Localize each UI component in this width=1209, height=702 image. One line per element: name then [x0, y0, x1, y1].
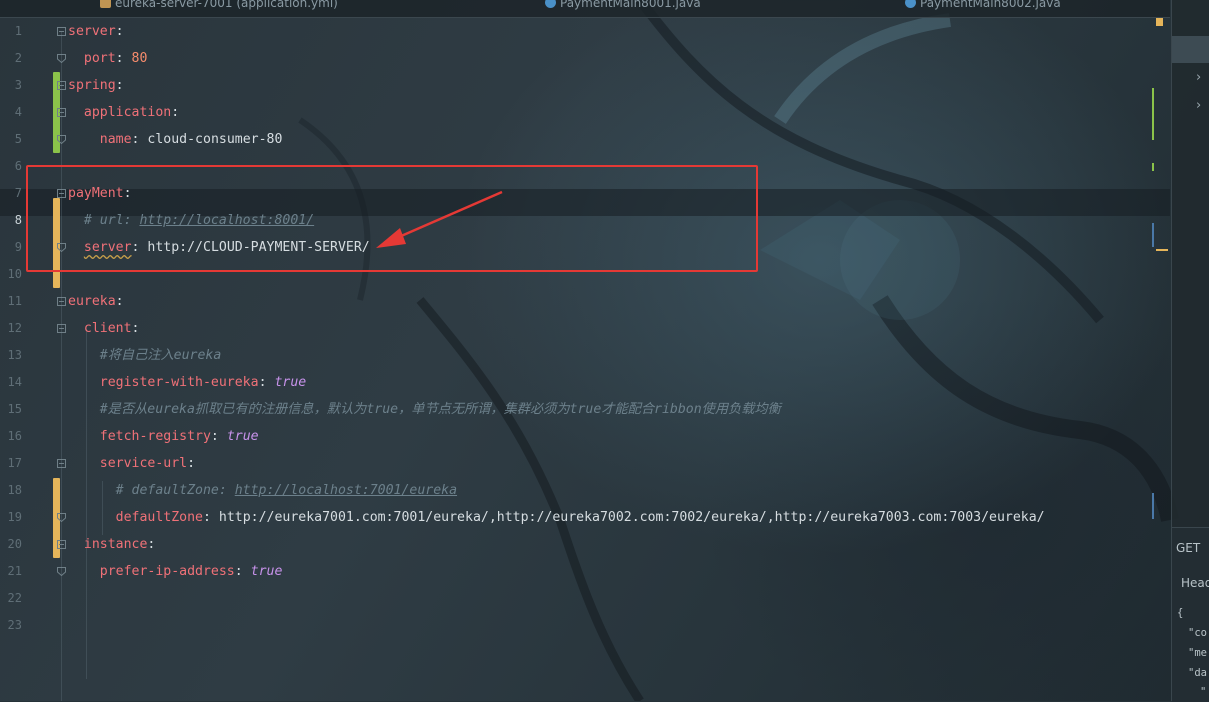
- code-line-4[interactable]: application:: [68, 99, 179, 126]
- yaml-key: port: [83, 51, 116, 66]
- java-class-icon: [905, 0, 916, 8]
- yaml-key: eureka: [68, 294, 116, 309]
- yaml-comment: #将自己注入eureka: [99, 348, 222, 363]
- json-line: "me: [1188, 647, 1207, 659]
- yaml-key: instance: [83, 537, 148, 552]
- editor-tab-paymentmain8001[interactable]: PaymentMain8001.java: [545, 0, 701, 11]
- code-line-18[interactable]: # defaultZone: http://localhost:7001/eur…: [68, 477, 457, 504]
- code-line-17[interactable]: service-url:: [68, 450, 195, 477]
- tab-label: eureka-server-7001 (application.yml): [115, 0, 338, 10]
- yaml-key: prefer-ip-address: [99, 564, 235, 579]
- vcs-added-stripe: [1152, 88, 1154, 140]
- line-number: 21: [7, 564, 22, 578]
- http-client-response-panel: GET Head { "co "me "da ": [1172, 527, 1209, 702]
- line-number: 13: [7, 348, 22, 362]
- indent-guide: [61, 32, 62, 701]
- code-line-1[interactable]: server:: [68, 18, 124, 45]
- line-number: 20: [7, 537, 22, 551]
- annotation-arrow: [376, 190, 503, 248]
- code-line-21[interactable]: prefer-ip-address: true: [68, 558, 283, 585]
- line-number: 22: [7, 591, 22, 605]
- code-line-12[interactable]: client:: [68, 315, 140, 342]
- line-number: 19: [7, 510, 22, 524]
- chevron-right-icon[interactable]: ›: [1196, 70, 1201, 85]
- code-line-3[interactable]: spring:: [68, 72, 124, 99]
- vcs-modified-stripe: [1152, 493, 1154, 519]
- yaml-file-icon: [100, 0, 111, 8]
- selected-tree-row[interactable]: [1172, 36, 1209, 63]
- java-class-icon: [545, 0, 556, 8]
- line-number: 16: [7, 429, 22, 443]
- line-number: 7: [14, 186, 22, 200]
- vcs-modified-stripe: [1152, 223, 1154, 247]
- code-line-11[interactable]: eureka:: [68, 288, 124, 315]
- line-number: 11: [7, 294, 22, 308]
- code-line-5[interactable]: name: cloud-consumer-80: [68, 126, 283, 153]
- line-number: 12: [7, 321, 22, 335]
- yaml-key: fetch-registry: [99, 429, 211, 444]
- code-line-19[interactable]: defaultZone: http://eureka7001.com:7001/…: [68, 504, 1045, 531]
- yaml-comment: #是否从eureka抓取已有的注册信息，默认为true，单节点无所谓，集群必须为…: [99, 402, 781, 417]
- line-number: 4: [14, 105, 22, 119]
- json-line: {: [1177, 607, 1184, 619]
- vcs-added-stripe: [1152, 163, 1154, 171]
- warning-marker[interactable]: [1156, 18, 1163, 26]
- line-number: 5: [14, 132, 22, 146]
- line-number: 6: [14, 159, 22, 173]
- yaml-value: 80: [131, 51, 148, 66]
- json-line: "co: [1188, 627, 1207, 639]
- yaml-comment: # defaultZone:: [115, 483, 235, 498]
- line-number: 10: [7, 267, 22, 281]
- json-line: "da: [1188, 667, 1207, 679]
- warning-stripe[interactable]: [1156, 249, 1168, 251]
- comment-link[interactable]: http://localhost:7001/eureka: [235, 483, 457, 498]
- yaml-boolean: true: [274, 375, 307, 390]
- yaml-key: application: [83, 105, 172, 120]
- yaml-key: service-url: [99, 456, 188, 471]
- line-number: 17: [7, 456, 22, 470]
- yaml-value: http://eureka7001.com:7001/eureka/,http:…: [218, 510, 1045, 525]
- yaml-boolean: true: [226, 429, 259, 444]
- editor-tab-paymentmain8002[interactable]: PaymentMain8002.java: [905, 0, 1061, 11]
- chevron-right-icon[interactable]: ›: [1196, 98, 1201, 113]
- editor-gutter[interactable]: 1 2 3 4 5 6 7 8 9 10 11 12 13 14 15 16 1…: [0, 18, 66, 701]
- yaml-key: name: [99, 132, 132, 147]
- editor-scrollbar-markers[interactable]: [1150, 18, 1170, 701]
- editor-tab-strip: eureka-server-7001 (application.yml) Pay…: [0, 0, 1170, 18]
- code-line-15[interactable]: #是否从eureka抓取已有的注册信息，默认为true，单节点无所谓，集群必须为…: [68, 396, 781, 423]
- editor-tab-application-yml[interactable]: eureka-server-7001 (application.yml): [100, 0, 338, 11]
- line-number: 23: [7, 618, 22, 632]
- line-number: 15: [7, 402, 22, 416]
- tab-label: PaymentMain8001.java: [560, 0, 701, 10]
- code-line-20[interactable]: instance:: [68, 531, 155, 558]
- yaml-key: register-with-eureka: [99, 375, 259, 390]
- line-number: 2: [14, 51, 22, 65]
- http-method-label[interactable]: GET: [1176, 541, 1200, 555]
- yaml-value: cloud-consumer-80: [147, 132, 283, 147]
- code-line-2[interactable]: port: 80: [68, 45, 148, 72]
- line-number: 18: [7, 483, 22, 497]
- code-line-16[interactable]: fetch-registry: true: [68, 423, 259, 450]
- line-number-current: 8: [14, 213, 22, 227]
- code-line-13[interactable]: #将自己注入eureka: [68, 342, 222, 369]
- yaml-key: client: [83, 321, 132, 336]
- tab-label: PaymentMain8002.java: [920, 0, 1061, 10]
- line-number: 3: [14, 78, 22, 92]
- code-line-14[interactable]: register-with-eureka: true: [68, 369, 306, 396]
- yaml-key: defaultZone: [115, 510, 203, 525]
- code-editor[interactable]: server: port: 80 spring: application: na…: [61, 18, 1169, 701]
- line-number: 14: [7, 375, 22, 389]
- yaml-key: spring: [68, 78, 116, 93]
- line-number: 1: [14, 24, 22, 38]
- line-number: 9: [14, 240, 22, 254]
- json-line: ": [1200, 686, 1207, 698]
- right-side-panel: › › GET Head { "co "me "da ": [1171, 0, 1209, 702]
- yaml-boolean: true: [250, 564, 283, 579]
- headers-tab[interactable]: Head: [1181, 576, 1209, 590]
- yaml-key: server: [68, 24, 116, 39]
